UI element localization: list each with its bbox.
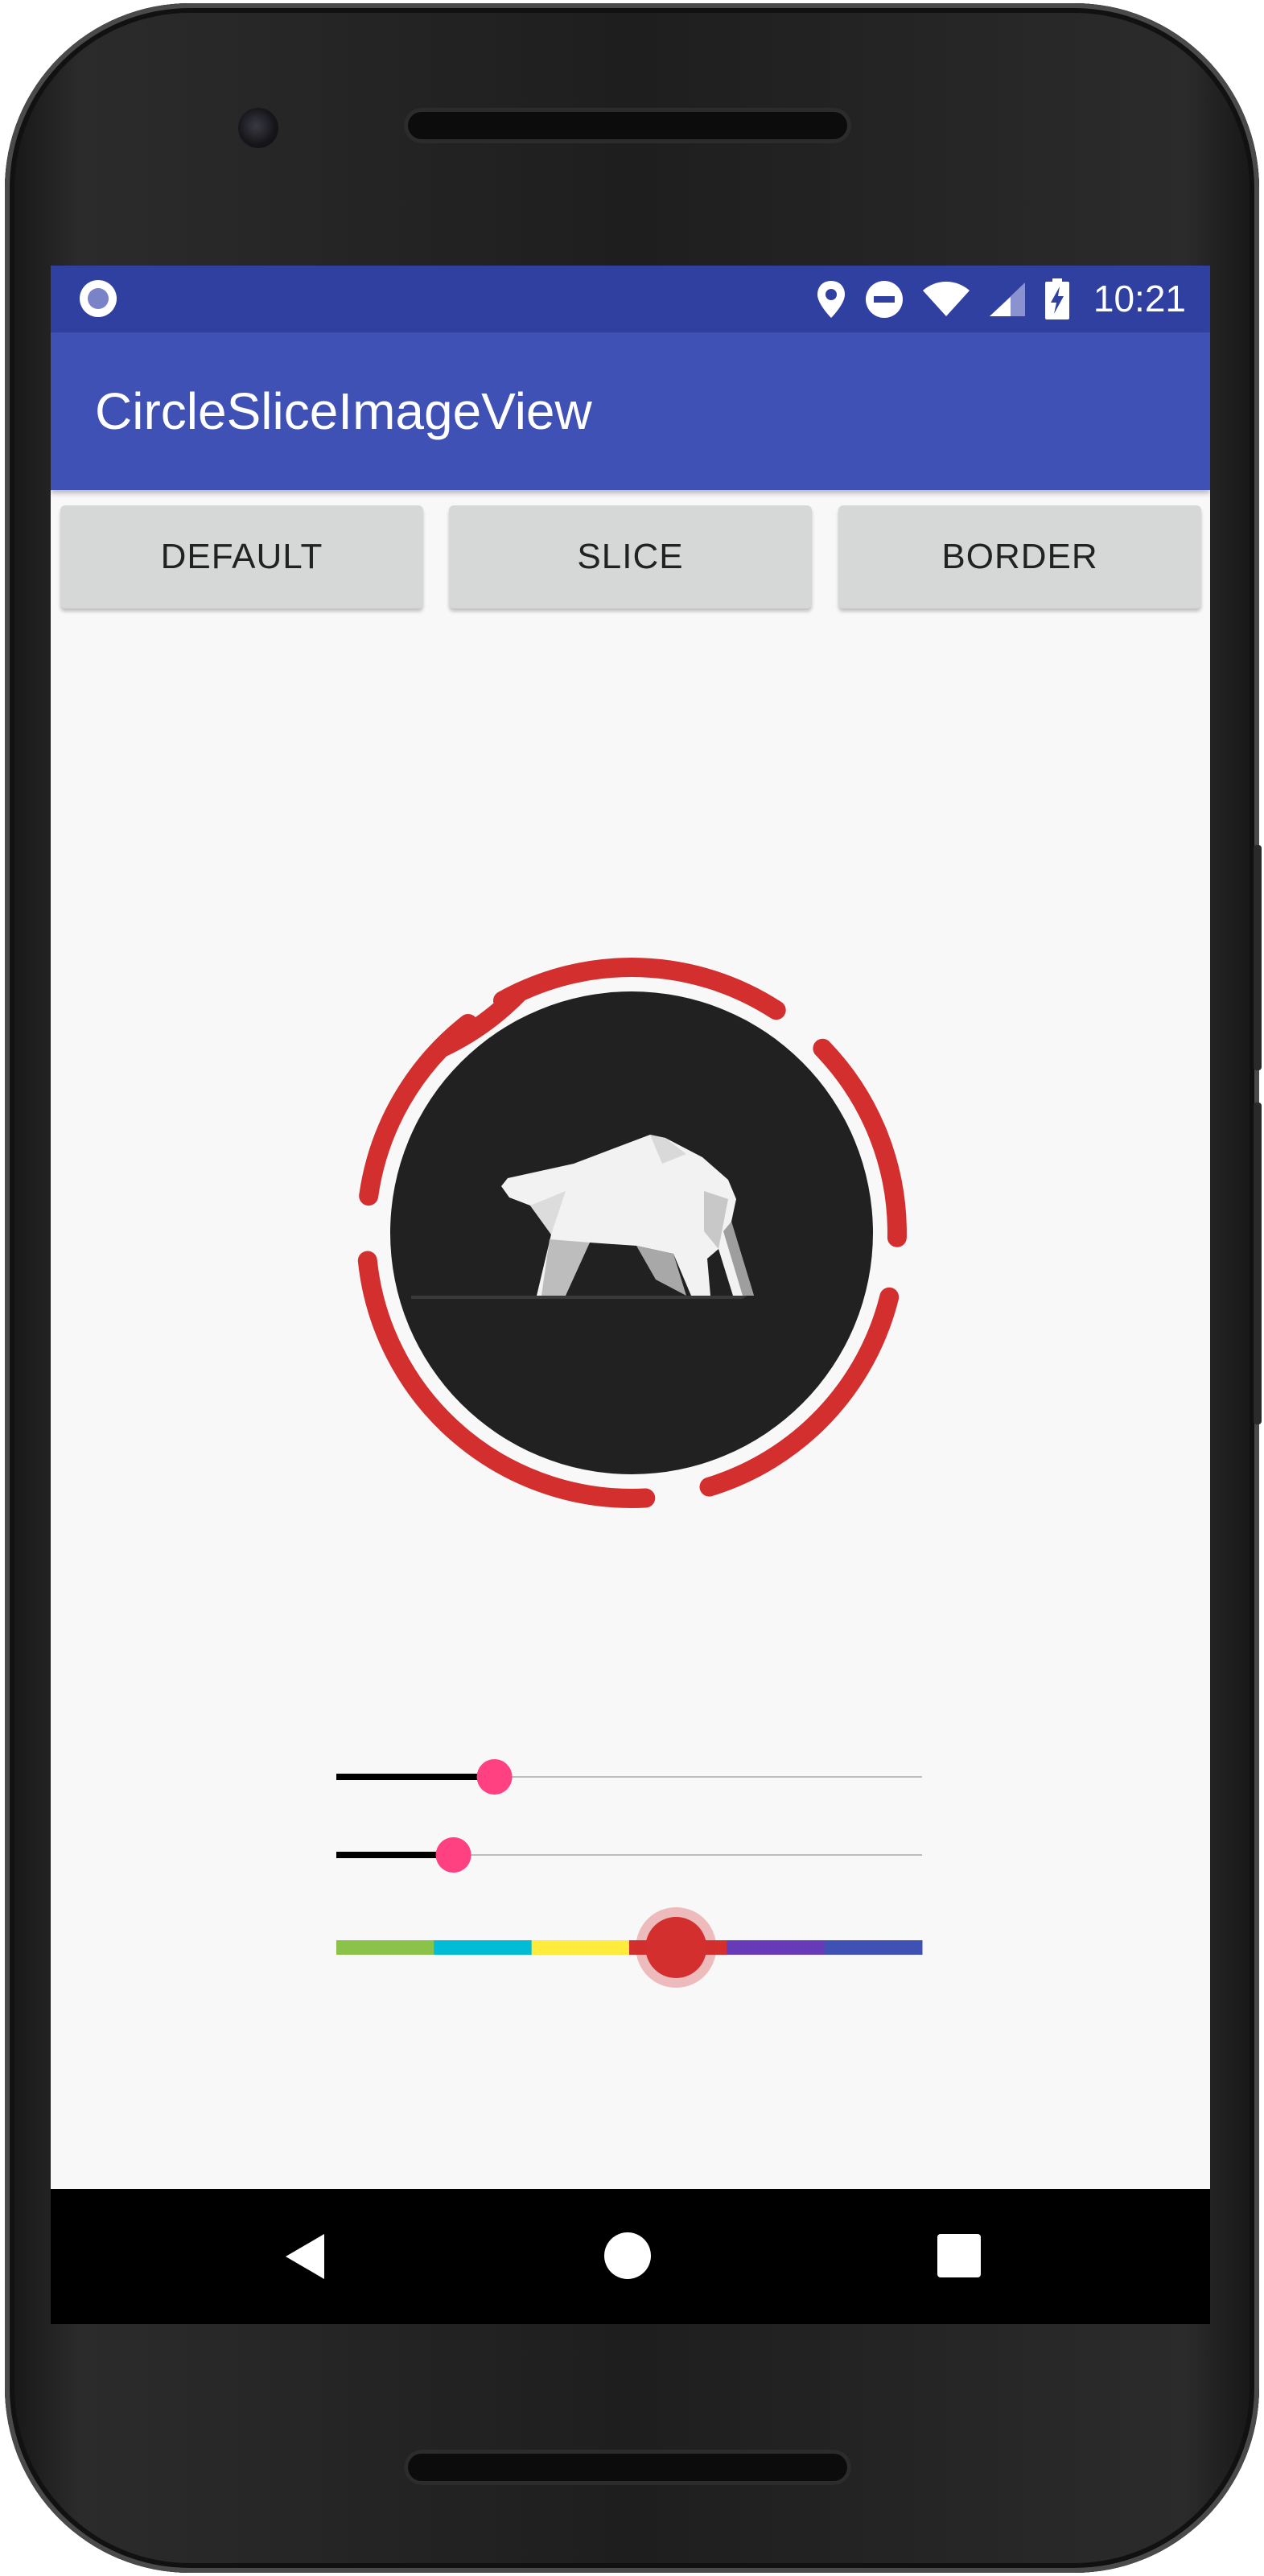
color-segment: [531, 1940, 630, 1955]
color-segment: [824, 1940, 923, 1955]
color-segment: [434, 1940, 533, 1955]
color-segment: [727, 1940, 826, 1955]
power-button: [1254, 845, 1262, 1070]
front-camera: [238, 108, 278, 148]
circle-slice-image-view: [357, 958, 907, 1508]
slice-count-thumb[interactable]: [476, 1759, 513, 1795]
border-width-thumb[interactable]: [435, 1837, 471, 1873]
color-thumb[interactable]: [645, 1917, 707, 1978]
back-icon[interactable]: [284, 2232, 326, 2281]
slice-count-slider[interactable]: [336, 1759, 922, 1795]
content-area: [336, 958, 923, 1988]
top-speaker: [404, 108, 851, 143]
color-segment: [336, 1940, 434, 1955]
screen: 10:21 CircleSliceImageView DEFAULT SLICE…: [51, 266, 1210, 2324]
border-width-slider[interactable]: [336, 1837, 922, 1873]
home-icon[interactable]: [604, 2232, 651, 2279]
color-track: [336, 1940, 923, 1955]
navigation-bar: [51, 2189, 1210, 2324]
bottom-speaker: [404, 2450, 851, 2485]
recents-icon[interactable]: [937, 2234, 981, 2277]
color-picker-slider[interactable]: [336, 1907, 923, 1988]
volume-button: [1254, 1103, 1262, 1424]
